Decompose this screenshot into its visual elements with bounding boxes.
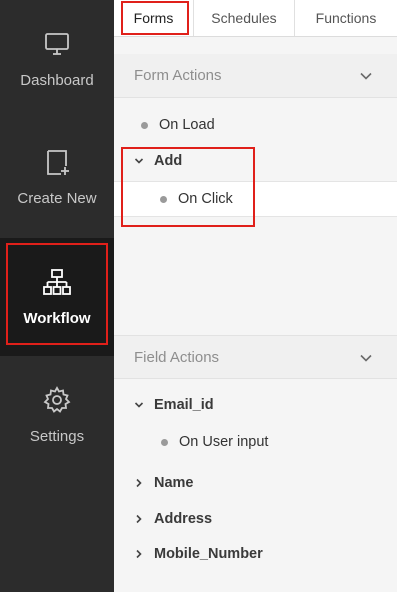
email-id-group[interactable]: Email_id [114, 387, 397, 423]
name-label: Name [154, 475, 194, 491]
chevron-down-icon [134, 158, 144, 164]
field-actions-header[interactable]: Field Actions [114, 335, 397, 379]
on-user-input-label: On User input [179, 434, 269, 450]
sidebar-item-label: Dashboard [20, 71, 94, 89]
sidebar-item-dashboard[interactable]: Dashboard [0, 0, 114, 118]
on-load-item[interactable]: On Load [114, 107, 397, 143]
on-click-item[interactable]: On Click [114, 181, 397, 217]
on-click-label: On Click [178, 191, 233, 207]
chevron-down-icon [360, 354, 372, 362]
name-group[interactable]: Name [114, 465, 397, 501]
mobile-number-label: Mobile_Number [154, 546, 263, 562]
form-actions-header[interactable]: Form Actions [114, 54, 397, 98]
on-load-label: On Load [159, 117, 215, 133]
tab-label: Schedules [211, 10, 277, 26]
monitor-icon [45, 32, 69, 55]
sidebar: Dashboard Create New Workflow Settings [0, 0, 114, 592]
tab-label: Functions [315, 10, 377, 26]
chevron-right-icon [136, 549, 142, 559]
workflow-icon [43, 268, 71, 295]
email-id-label: Email_id [154, 397, 214, 413]
bullet-dot [161, 438, 168, 446]
address-label: Address [154, 511, 213, 527]
sidebar-item-create-new[interactable]: Create New [0, 118, 114, 236]
tab-label: Forms [133, 10, 174, 26]
tab-bar: Forms Schedules Functions [114, 0, 397, 37]
add-page-icon [47, 149, 69, 175]
sidebar-item-label: Create New [17, 189, 97, 207]
sidebar-item-settings[interactable]: Settings [0, 356, 114, 474]
section-title: Field Actions [134, 348, 220, 366]
sidebar-item-label: Workflow [23, 309, 91, 327]
gear-icon [43, 385, 71, 413]
chevron-down-icon [134, 402, 144, 408]
chevron-right-icon [136, 478, 142, 488]
mobile-number-group[interactable]: Mobile_Number [114, 536, 397, 572]
section-title: Form Actions [134, 67, 222, 84]
sidebar-item-label: Settings [29, 427, 85, 445]
tab-functions[interactable]: Functions [295, 0, 397, 36]
tab-schedules[interactable]: Schedules [194, 0, 295, 36]
bullet-dot [141, 121, 148, 129]
on-user-input-item[interactable]: On User input [114, 424, 397, 460]
tab-forms[interactable]: Forms [114, 0, 194, 36]
add-group-label: Add [154, 153, 183, 169]
sidebar-item-workflow[interactable]: Workflow [0, 238, 114, 356]
chevron-right-icon [136, 514, 142, 524]
address-group[interactable]: Address [114, 501, 397, 537]
main-panel: Forms Schedules Functions Form Actions O… [114, 0, 397, 592]
bullet-dot [160, 195, 167, 203]
chevron-down-icon [360, 72, 372, 80]
add-group[interactable]: Add [114, 143, 397, 179]
